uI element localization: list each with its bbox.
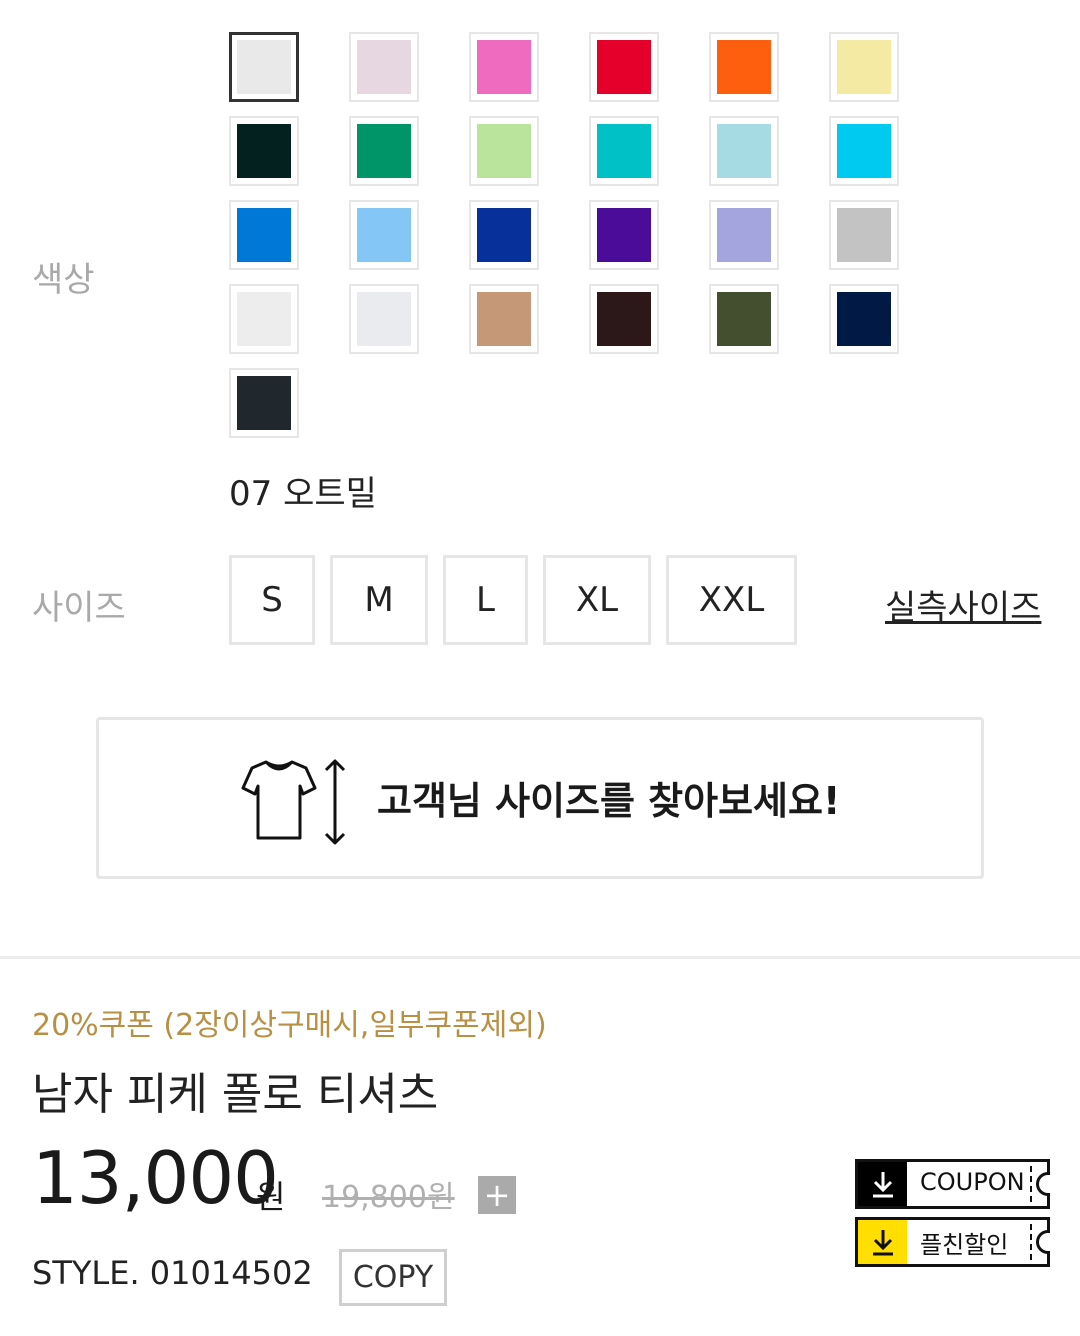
friend-discount-label: 플친할인 <box>920 1231 1009 1259</box>
size-button-m[interactable]: M <box>330 555 428 645</box>
ticket-notch <box>1036 1230 1050 1254</box>
ticket-notch <box>1036 1172 1050 1196</box>
color-swatch-fill <box>477 292 531 346</box>
color-swatch[interactable] <box>589 284 659 354</box>
color-swatch[interactable] <box>709 116 779 186</box>
color-swatch[interactable] <box>829 32 899 102</box>
size-button-s[interactable]: S <box>229 555 315 645</box>
copy-style-button[interactable]: COPY <box>339 1249 447 1306</box>
price-unit: 원 <box>256 1178 286 1216</box>
color-swatch[interactable] <box>829 284 899 354</box>
color-swatch-fill <box>717 124 771 178</box>
color-swatch-fill <box>357 292 411 346</box>
color-swatch-fill <box>477 124 531 178</box>
sale-price: 13,000 <box>32 1136 279 1220</box>
color-swatch-fill <box>237 208 291 262</box>
color-swatch[interactable] <box>709 200 779 270</box>
color-swatch-fill <box>717 40 771 94</box>
download-icon <box>858 1162 907 1206</box>
color-swatch-fill <box>237 376 291 430</box>
color-swatch-fill <box>597 40 651 94</box>
style-number: STYLE. 01014502 <box>32 1254 313 1292</box>
coupon-download-button[interactable]: COUPON <box>855 1159 1050 1209</box>
color-swatch-fill <box>837 124 891 178</box>
color-swatch-fill <box>837 292 891 346</box>
ticket-perforation <box>1030 1166 1032 1202</box>
color-swatch-fill <box>717 292 771 346</box>
size-button-xl[interactable]: XL <box>543 555 651 645</box>
color-swatch[interactable] <box>589 200 659 270</box>
size-option-label: 사이즈 <box>32 588 126 628</box>
size-guide-link[interactable]: 실측사이즈 <box>885 580 1041 629</box>
color-swatch[interactable] <box>349 116 419 186</box>
coupon-label: COUPON <box>920 1168 1025 1196</box>
color-swatch[interactable] <box>469 116 539 186</box>
color-swatch-fill <box>837 40 891 94</box>
color-swatch[interactable] <box>829 116 899 186</box>
size-finder-button[interactable]: 고객님 사이즈를 찾아보세요! <box>96 717 984 879</box>
color-swatch[interactable] <box>229 284 299 354</box>
section-divider <box>0 956 1080 959</box>
color-swatch[interactable] <box>229 200 299 270</box>
tshirt-measure-icon <box>240 756 350 850</box>
color-swatch[interactable] <box>229 368 299 438</box>
color-swatch[interactable] <box>349 284 419 354</box>
color-swatch[interactable] <box>709 32 779 102</box>
original-price: 19,800원 <box>322 1180 455 1215</box>
color-swatch-fill <box>237 40 291 94</box>
color-swatch[interactable] <box>469 284 539 354</box>
friend-discount-button[interactable]: 플친할인 <box>855 1217 1050 1267</box>
color-swatch-fill <box>237 124 291 178</box>
color-swatch[interactable] <box>709 284 779 354</box>
size-button-xxl[interactable]: XXL <box>666 555 797 645</box>
product-name: 남자 피케 폴로 티셔츠 <box>32 1069 439 1120</box>
color-swatch-fill <box>237 292 291 346</box>
color-swatch[interactable] <box>349 200 419 270</box>
color-swatch-fill <box>477 208 531 262</box>
color-swatch[interactable] <box>349 32 419 102</box>
color-swatch-fill <box>837 208 891 262</box>
download-icon <box>858 1220 907 1264</box>
color-swatch-fill <box>597 124 651 178</box>
color-swatch[interactable] <box>469 32 539 102</box>
color-swatch[interactable] <box>229 32 299 102</box>
selected-color-name: 07 오트밀 <box>229 474 377 514</box>
color-option-label: 색상 <box>32 260 95 300</box>
color-swatch[interactable] <box>469 200 539 270</box>
color-swatch-fill <box>597 292 651 346</box>
size-button-l[interactable]: L <box>443 555 528 645</box>
price-detail-plus-button[interactable]: + <box>478 1176 516 1214</box>
color-swatch[interactable] <box>829 200 899 270</box>
color-swatch[interactable] <box>229 116 299 186</box>
coupon-note: 20%쿠폰 (2장이상구매시,일부쿠폰제외) <box>32 1008 547 1043</box>
ticket-perforation <box>1030 1224 1032 1260</box>
color-swatch-fill <box>477 40 531 94</box>
color-swatch-fill <box>357 208 411 262</box>
color-swatch-fill <box>717 208 771 262</box>
color-swatch[interactable] <box>589 32 659 102</box>
color-swatch-fill <box>597 208 651 262</box>
color-swatch-fill <box>357 40 411 94</box>
size-finder-text: 고객님 사이즈를 찾아보세요! <box>377 779 841 823</box>
color-swatch[interactable] <box>589 116 659 186</box>
color-swatch-fill <box>357 124 411 178</box>
